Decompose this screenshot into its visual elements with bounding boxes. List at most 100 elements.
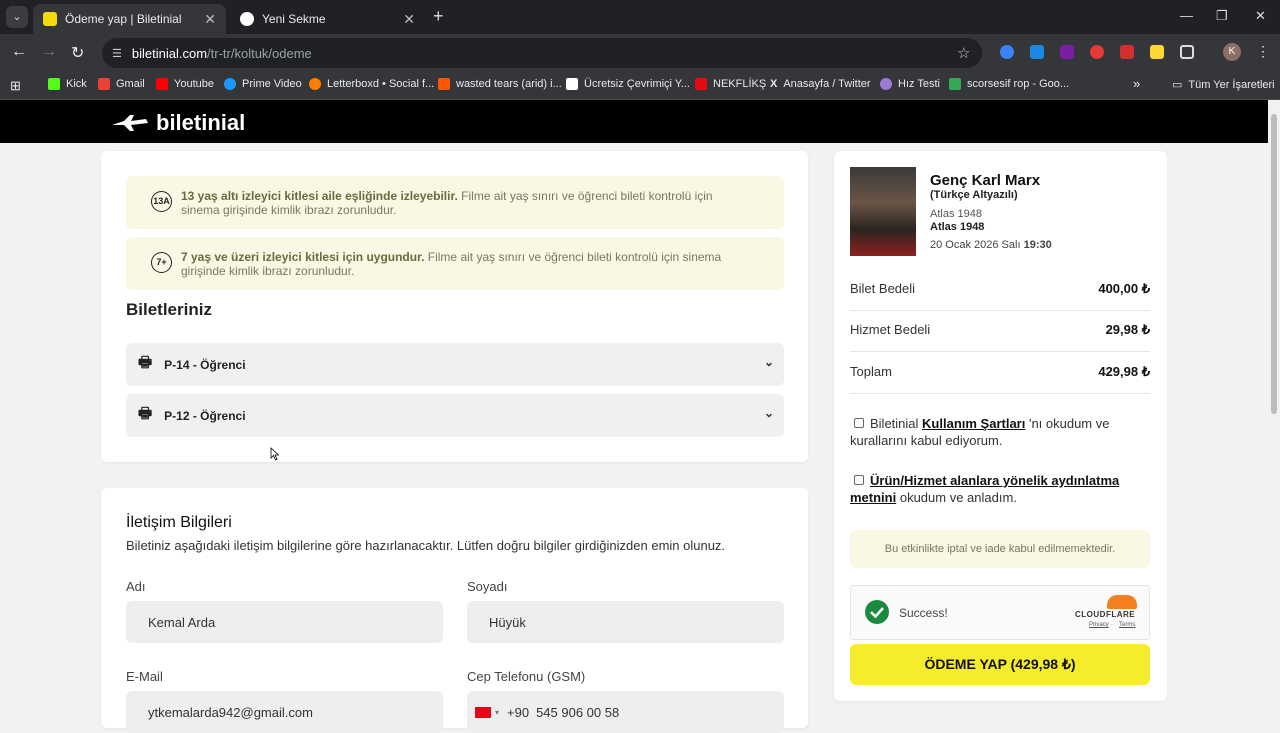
ticket-label: P-14 - Öğrenci (164, 357, 246, 372)
cloudflare-captcha[interactable]: Success! CLOUDFLARE Privacy · Terms (850, 585, 1150, 640)
extension-icon[interactable] (1030, 45, 1044, 59)
close-tab-icon[interactable]: ✕ (204, 11, 216, 28)
bookmark-letterboxd[interactable]: Letterboxd • Social f... (309, 78, 434, 90)
more-menu-icon[interactable]: ⋮ (1256, 43, 1270, 60)
mouse-cursor-icon (270, 447, 280, 461)
bookmarks-bar: ⊞ Kick Gmail Youtube Prime Video Letterb… (0, 72, 1280, 100)
extension-icon[interactable] (1060, 45, 1074, 59)
order-summary-card: Genç Karl Marx (Türkçe Altyazılı) Atlas … (834, 151, 1167, 701)
tickets-card: 13A 13 yaş altı izleyici kitlesi aile eş… (101, 151, 808, 462)
captcha-terms-link[interactable]: Terms (1119, 622, 1135, 628)
bookmark-star-icon[interactable]: ☆ (957, 44, 970, 62)
extension-icon[interactable] (1120, 45, 1134, 59)
bookmark-twitter[interactable]: X Anasayfa / Twitter (770, 78, 871, 90)
restore-icon[interactable]: ❐ (1216, 8, 1228, 24)
logo-text: biletinial (156, 110, 246, 135)
chevron-down-icon[interactable]: ⌄ (764, 355, 774, 369)
movie-poster (850, 167, 916, 256)
gmail-icon (98, 78, 110, 90)
service-fee-value: 29,98 ₺ (1105, 322, 1150, 337)
site-info-icon[interactable]: ☰ (112, 47, 122, 60)
extension-icon[interactable] (1150, 45, 1164, 59)
close-window-icon[interactable]: ✕ (1255, 8, 1266, 24)
seat-icon: 🖶 (138, 405, 153, 422)
ticket-item[interactable]: 🖶 P-12 - Öğrenci ⌄ (126, 394, 784, 437)
forward-icon[interactable]: → (41, 43, 57, 61)
contact-card: İletişim Bilgileri Biletiniz aşağıdaki i… (101, 488, 808, 733)
new-tab-icon[interactable]: + (433, 6, 444, 27)
total-label: Toplam (850, 364, 892, 379)
all-bookmarks[interactable]: ▭ Tüm Yer İşaretleri (1172, 78, 1275, 92)
extension-icon[interactable] (1090, 45, 1104, 59)
bookmark-prime-video[interactable]: Prime Video (224, 78, 302, 90)
last-name-input[interactable]: Hüyük (467, 601, 784, 643)
tab-search-button[interactable]: ⌄ (6, 6, 28, 28)
bookmark-soundcloud[interactable]: wasted tears (arid) i... (438, 78, 562, 90)
success-check-icon (865, 600, 889, 624)
profile-avatar[interactable]: K (1223, 43, 1241, 61)
tab-payment[interactable]: Ödeme yap | Biletinial ✕ (33, 4, 226, 34)
browser-toolbar: ← → ↻ ☰ biletinial.com/tr-tr/koltuk/odem… (0, 34, 1280, 72)
hall: Atlas 1948 (930, 221, 985, 233)
bookmark-gmail[interactable]: Gmail (98, 78, 145, 90)
more-bookmarks-icon[interactable]: » (1133, 76, 1140, 91)
folder-icon: ▭ (1172, 79, 1183, 91)
back-icon[interactable]: ← (11, 43, 27, 61)
country-dropdown-icon[interactable]: ▾ (495, 708, 499, 717)
extension-icon[interactable] (1000, 45, 1014, 59)
reload-icon[interactable]: ↻ (71, 43, 84, 63)
kick-icon (48, 78, 60, 90)
page-scrollbar[interactable] (1268, 100, 1280, 720)
email-label: E-Mail (126, 669, 163, 684)
prime-video-icon (224, 78, 236, 90)
contact-subtitle: Biletiniz aşağıdaki iletişim bilgilerine… (126, 538, 726, 553)
total-value: 429,98 ₺ (1098, 364, 1150, 379)
minimize-icon[interactable]: — (1180, 8, 1193, 23)
age-13a-badge-icon: 13A (151, 191, 172, 212)
tab-new[interactable]: Yeni Sekme ✕ (230, 4, 425, 34)
site-header: biletinial (0, 100, 1268, 143)
ticket-price-row: Bilet Bedeli 400,00 ₺ (850, 269, 1150, 311)
bookmark-netflix[interactable]: NEKFLİKŞ (695, 78, 766, 90)
address-bar[interactable]: ☰ biletinial.com/tr-tr/koltuk/odeme (102, 38, 982, 68)
phone-field[interactable]: ▾ +90 545 906 00 58 (467, 691, 784, 733)
extensions-puzzle-icon[interactable] (1180, 45, 1194, 59)
venue: Atlas 1948 (930, 208, 982, 220)
terms-text: Biletinial Kullanım Şartları 'nı okudum … (850, 416, 1110, 448)
ticket-item[interactable]: 🖶 P-14 - Öğrenci ⌄ (126, 343, 784, 386)
notice-bold: 13 yaş altı izleyici kitlesi aile eşliği… (181, 188, 458, 203)
phone-input[interactable]: 545 906 00 58 (536, 705, 619, 720)
pay-button[interactable]: ÖDEME YAP (429,98 ₺) (850, 644, 1150, 685)
scrollbar-thumb[interactable] (1271, 114, 1277, 414)
close-tab-icon[interactable]: ✕ (403, 11, 415, 28)
seat-icon: 🖶 (138, 354, 153, 371)
browser-tab-strip: ⌄ Ödeme yap | Biletinial ✕ Yeni Sekme ✕ … (0, 0, 1280, 34)
youtube-icon (156, 78, 168, 90)
chevron-down-icon[interactable]: ⌄ (764, 406, 774, 420)
tickets-heading: Biletleriniz (126, 300, 212, 319)
first-name-input[interactable]: Kemal Arda (126, 601, 443, 643)
bookmark-google-drive[interactable]: scorsesif rop - Goo... (949, 78, 1069, 90)
tab-title: Ödeme yap | Biletinial (65, 12, 182, 26)
showtime: 20 Ocak 2026 Salı 19:30 (930, 239, 1052, 251)
contact-heading: İletişim Bilgileri (126, 514, 232, 531)
phone-label: Cep Telefonu (GSM) (467, 669, 586, 684)
refund-policy-note: Bu etkinlikte iptal ve iade kabul edilme… (850, 530, 1150, 568)
apps-icon[interactable]: ⊞ (10, 78, 21, 94)
captcha-privacy-link[interactable]: Privacy (1089, 622, 1109, 628)
age-7plus-badge-icon: 7+ (151, 252, 172, 273)
last-name-label: Soyadı (467, 579, 508, 594)
total-row: Toplam 429,98 ₺ (850, 352, 1150, 394)
bookmark-youtube[interactable]: Youtube (156, 78, 214, 90)
terms-of-use-link[interactable]: Kullanım Şartları (922, 416, 1025, 431)
notice-bold: 7 yaş ve üzeri izleyici kitlesi için uyg… (181, 249, 425, 264)
email-input[interactable]: ytkemalarda942@gmail.com (126, 691, 443, 733)
service-fee-row: Hizmet Bedeli 29,98 ₺ (850, 310, 1150, 352)
bookmark-free-online[interactable]: Ücretsiz Çevrimiçi Y... (566, 78, 690, 90)
biletinial-logo[interactable]: biletinial (110, 110, 245, 136)
turkey-flag-icon[interactable] (475, 706, 491, 718)
bookmark-speed-test[interactable]: Hız Testi (880, 78, 940, 90)
bookmark-kick[interactable]: Kick (48, 78, 87, 90)
first-name-label: Adı (126, 579, 146, 594)
captcha-status: Success! (899, 606, 948, 620)
